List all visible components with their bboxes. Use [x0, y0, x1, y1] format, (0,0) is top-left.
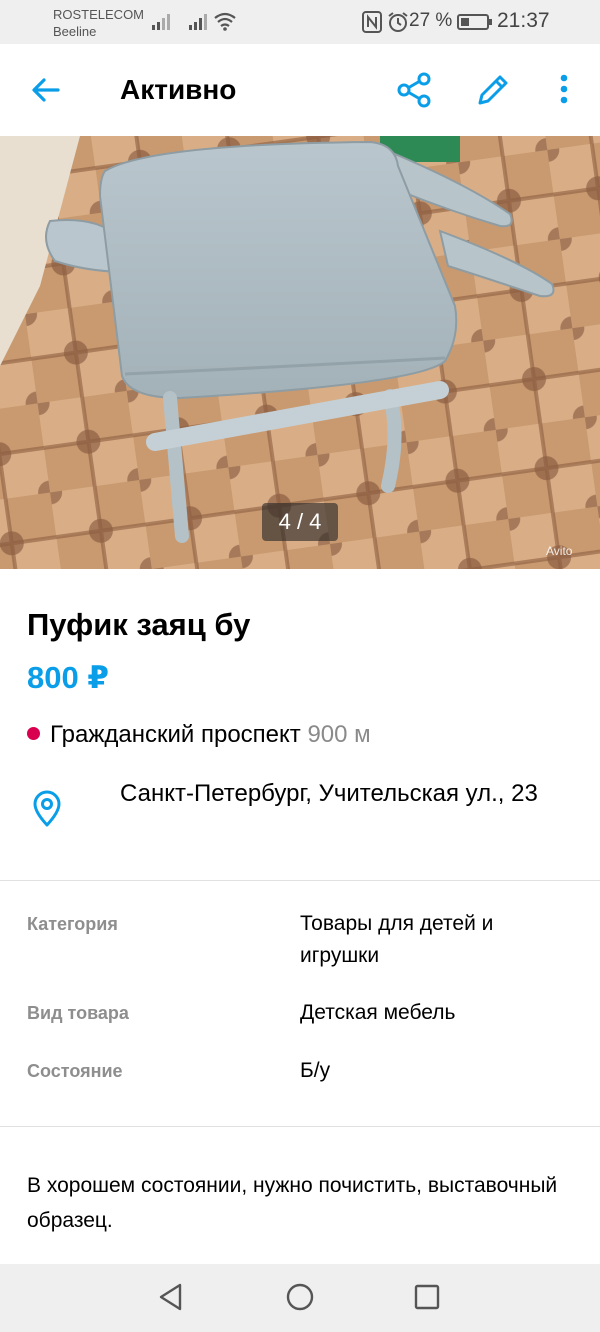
- alarm-icon: [388, 12, 408, 32]
- app-bar: Активно: [0, 44, 600, 136]
- battery-percent: 27 %: [409, 10, 453, 31]
- metro-line-dot: [27, 727, 40, 740]
- avito-watermark: Avito: [546, 544, 573, 558]
- carrier-1: ROSTELECOM: [53, 7, 145, 22]
- param-value-type: Детская мебель: [300, 1001, 456, 1024]
- screen: ROSTELECOM Beeline 27 % 21:37 Активно 4 …: [0, 0, 600, 1332]
- nfc-icon: [362, 11, 382, 33]
- nav-back-icon[interactable]: [157, 1282, 185, 1312]
- param-label-type: Вид товара: [27, 1003, 129, 1023]
- listing-title: Пуфик заяц бу: [27, 607, 251, 642]
- edit-pencil-icon[interactable]: [474, 71, 512, 109]
- share-icon[interactable]: [395, 71, 433, 109]
- clock: 21:37: [497, 9, 550, 32]
- location-pin-icon: [33, 790, 61, 827]
- param-label-condition: Состояние: [27, 1061, 123, 1081]
- carrier-info: ROSTELECOM Beeline: [53, 6, 144, 40]
- signal-icon: [152, 14, 170, 30]
- nav-recent-apps-icon[interactable]: [414, 1284, 440, 1310]
- battery-icon: [457, 14, 492, 30]
- divider: [0, 1126, 600, 1127]
- page-title: Активно: [120, 74, 237, 105]
- param-value-category: Товары для детей и игрушки: [300, 912, 494, 967]
- wifi-icon: [214, 12, 236, 31]
- status-bar: ROSTELECOM Beeline 27 % 21:37: [0, 0, 600, 44]
- divider: [0, 880, 600, 881]
- metro-distance: 900 м: [307, 721, 371, 748]
- listing-description: В хорошем состоянии, нужно почистить, вы…: [27, 1174, 558, 1232]
- nav-home-icon[interactable]: [285, 1282, 315, 1312]
- carrier-2: Beeline: [53, 24, 97, 39]
- more-vertical-icon[interactable]: [552, 72, 576, 108]
- metro-info: Гражданский проспект 900 м: [27, 721, 371, 749]
- system-nav-bar: [0, 1264, 600, 1332]
- signal-icon: [189, 14, 207, 30]
- param-label-category: Категория: [27, 914, 118, 934]
- listing-address[interactable]: Санкт-Петербург, Учительская ул., 23: [120, 776, 560, 812]
- listing-price: 800 ₽: [27, 660, 109, 695]
- metro-station: Гражданский проспект: [50, 721, 301, 748]
- param-value-condition: Б/у: [300, 1059, 331, 1082]
- back-arrow-icon[interactable]: [28, 72, 64, 108]
- photo-counter: 4 / 4: [262, 503, 338, 541]
